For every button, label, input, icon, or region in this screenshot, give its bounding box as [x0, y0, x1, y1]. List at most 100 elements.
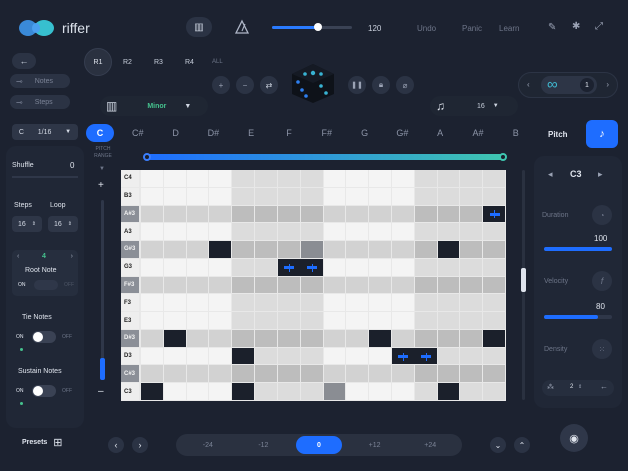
grid-cell[interactable]	[209, 258, 232, 276]
grid-cell[interactable]	[483, 241, 505, 258]
piano-key[interactable]: C#3	[121, 365, 139, 383]
grid-cell[interactable]	[300, 383, 323, 400]
grid-cell[interactable]	[346, 170, 369, 187]
grid-cell[interactable]	[460, 241, 483, 258]
tie-toggle[interactable]	[32, 331, 56, 343]
grid-cell[interactable]	[460, 170, 483, 187]
grid-cell[interactable]	[414, 276, 437, 294]
note-block[interactable]	[232, 347, 255, 365]
grid-cell[interactable]	[232, 329, 255, 347]
grid-cell[interactable]	[391, 187, 414, 205]
grid-cell[interactable]	[414, 258, 437, 276]
note-tab-csharp[interactable]: C#	[124, 124, 152, 142]
grid-cell[interactable]	[460, 383, 483, 400]
grid-cell[interactable]	[391, 223, 414, 241]
grid-cell[interactable]	[369, 187, 391, 205]
grid-cell[interactable]	[163, 241, 186, 258]
stepper-icon[interactable]: ⇕	[578, 384, 582, 390]
grid-cell[interactable]	[414, 187, 437, 205]
range-minus-button[interactable]: –	[98, 386, 104, 397]
grid-cell[interactable]	[209, 205, 232, 223]
grid-cell[interactable]	[369, 276, 391, 294]
grid-cell[interactable]	[323, 347, 346, 365]
grid-cell[interactable]	[391, 241, 414, 258]
note-block[interactable]	[141, 383, 163, 400]
prev-button[interactable]: ‹	[108, 437, 124, 453]
grid-cell[interactable]	[141, 170, 163, 187]
grid-cell[interactable]	[300, 205, 323, 223]
grid-cell[interactable]	[414, 294, 437, 312]
grid-cell[interactable]	[414, 170, 437, 187]
grid-cell[interactable]	[414, 383, 437, 400]
grid-cell[interactable]	[346, 383, 369, 400]
piano-key[interactable]: D3	[121, 347, 139, 365]
grid-cell[interactable]	[460, 294, 483, 312]
chevron-left-icon[interactable]: ‹	[527, 80, 530, 89]
grid-cell[interactable]	[437, 258, 460, 276]
grid-cell[interactable]	[209, 187, 232, 205]
note-block[interactable]	[437, 241, 460, 258]
expand-button[interactable]: ⌃	[514, 437, 530, 453]
note-tab-d[interactable]: D	[162, 124, 190, 142]
grid-cell[interactable]	[460, 223, 483, 241]
duration-button[interactable]: ◔	[592, 205, 612, 225]
grid-cell[interactable]	[369, 365, 391, 383]
grid-cell[interactable]	[232, 312, 255, 329]
grid-cell[interactable]	[163, 383, 186, 400]
velocity-button[interactable]: f	[592, 271, 612, 291]
steps-toggle[interactable]: ⊸ Steps	[10, 95, 70, 109]
grid-cell[interactable]	[141, 365, 163, 383]
grid-cell[interactable]	[483, 258, 505, 276]
transpose-option[interactable]: +12	[352, 436, 398, 454]
notes-toggle[interactable]: ⊸ Notes	[10, 74, 70, 88]
shuffle-value[interactable]: 0	[70, 161, 74, 170]
grid-cell[interactable]	[141, 294, 163, 312]
pause-button[interactable]: ❚❚	[348, 76, 366, 94]
grid-cell[interactable]	[369, 383, 391, 400]
grid-cell[interactable]	[163, 365, 186, 383]
grid-cell[interactable]	[209, 383, 232, 400]
density-button[interactable]: ⁙	[592, 339, 612, 359]
grid-cell[interactable]	[255, 312, 277, 329]
piano-key[interactable]: F#3	[121, 276, 139, 294]
grid-cell[interactable]	[414, 329, 437, 347]
grid-cell[interactable]	[437, 205, 460, 223]
grid-cell[interactable]	[391, 205, 414, 223]
grid-cell[interactable]	[346, 241, 369, 258]
metronome-button[interactable]	[234, 19, 250, 35]
loop-button[interactable]: ∞ 1	[541, 76, 597, 94]
octave-value[interactable]: 2	[570, 384, 573, 390]
grid-cell[interactable]	[141, 347, 163, 365]
note-tab-dsharp[interactable]: D#	[199, 124, 227, 142]
pencil-icon[interactable]: ✎	[548, 22, 556, 33]
grid-cell[interactable]	[186, 276, 209, 294]
keyboard-button[interactable]: ▥	[186, 17, 212, 37]
riff-r4-button[interactable]: R4	[185, 59, 194, 66]
grid-cell[interactable]	[323, 312, 346, 329]
grid-cell[interactable]	[232, 241, 255, 258]
grid-cell[interactable]	[460, 276, 483, 294]
grid-cell[interactable]	[323, 294, 346, 312]
grid-cell[interactable]	[232, 294, 255, 312]
grid-cell[interactable]	[255, 187, 277, 205]
root-toggle[interactable]	[34, 280, 58, 290]
grid-cell[interactable]	[483, 170, 505, 187]
grid-cell[interactable]	[232, 223, 255, 241]
grid-cell[interactable]	[323, 276, 346, 294]
grid-cell[interactable]	[437, 276, 460, 294]
grid-cell[interactable]	[186, 170, 209, 187]
gear-icon[interactable]: ✱	[572, 21, 580, 32]
grid-cell[interactable]	[483, 276, 505, 294]
piano-key[interactable]: G3	[121, 258, 139, 276]
chevron-left-icon[interactable]: ‹	[17, 253, 19, 260]
grid-cell[interactable]	[163, 170, 186, 187]
grid-cell[interactable]	[369, 347, 391, 365]
grid-cell[interactable]	[346, 205, 369, 223]
grid-cell[interactable]	[414, 365, 437, 383]
grid-cell[interactable]	[277, 241, 300, 258]
grid-cell[interactable]	[141, 223, 163, 241]
grid-cell[interactable]	[483, 347, 505, 365]
grid-cell[interactable]	[255, 294, 277, 312]
grid-cell[interactable]	[323, 365, 346, 383]
learn-button[interactable]: Learn	[499, 24, 519, 33]
